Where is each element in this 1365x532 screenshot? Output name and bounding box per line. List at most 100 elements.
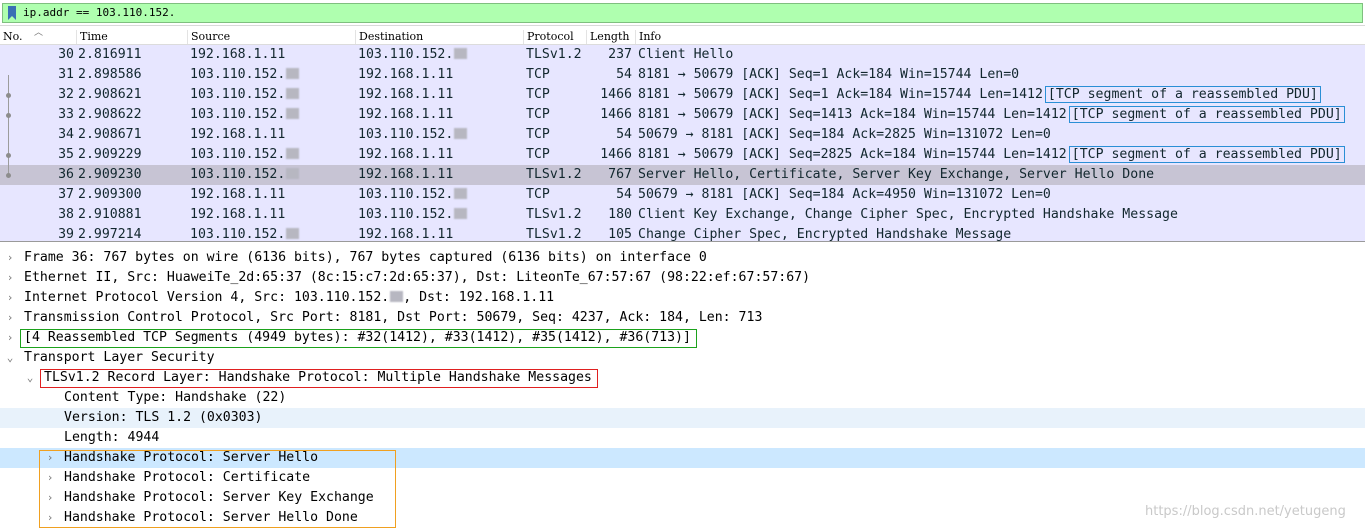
detail-row[interactable]: › Ethernet II, Src: HuaweiTe_2d:65:37 (8c… — [0, 268, 1365, 288]
packet-destination: 103.110.152. — [358, 205, 523, 225]
packet-row[interactable]: 36 2.909230 103.110.152. 192.168.1.11 TLSv1.… — [0, 165, 1365, 185]
detail-row[interactable]: ⌄ Transport Layer Security — [0, 348, 1365, 368]
packet-row[interactable]: 37 2.909300 192.168.1.11 103.110.152. TCP 54 5… — [0, 185, 1365, 205]
packet-info: Change Cipher Spec, Encrypted Handshake … — [638, 227, 1012, 242]
redacted-octet — [390, 291, 404, 302]
column-header-info[interactable]: Info — [635, 30, 1365, 44]
packet-info: 50679 → 8181 [ACK] Seq=184 Ack=4950 Win=… — [638, 187, 1051, 202]
expanded-arrow-icon[interactable]: ⌄ — [4, 348, 16, 368]
packet-number: 35 — [58, 147, 74, 162]
packet-row[interactable]: 31 2.898586 103.110.152. 192.168.1.11 TCP 54 8… — [0, 65, 1365, 85]
watermark: https://blog.csdn.net/yetugeng — [1145, 504, 1346, 519]
packet-info: Server Hello, Certificate, Server Key Ex… — [638, 167, 1155, 182]
packet-protocol: TLSv1.2 — [526, 227, 582, 242]
column-header-length[interactable]: Length — [586, 30, 635, 44]
bookmark-icon[interactable] — [7, 6, 17, 20]
detail-row[interactable]: Version: TLS 1.2 (0x0303) — [0, 408, 1365, 428]
packet-row[interactable]: 39 2.997214 103.110.152. 192.168.1.11 TLSv1.… — [0, 225, 1365, 242]
packet-source: 103.110.152. — [190, 225, 355, 241]
packet-time: 2.908671 — [78, 127, 142, 142]
packet-source: 103.110.152. — [190, 145, 355, 165]
reassembled-pdu-tag: [TCP segment of a reassembled PDU] — [1068, 146, 1345, 163]
display-filter-input[interactable] — [23, 5, 1323, 21]
redacted-octet — [454, 128, 468, 139]
column-header-time[interactable]: Time — [76, 30, 186, 44]
packet-time: 2.910881 — [78, 207, 142, 222]
packet-row[interactable]: 38 2.910881 192.168.1.11 103.110.152. TLSv1.… — [0, 205, 1365, 225]
packet-time: 2.908622 — [78, 107, 142, 122]
packet-length: 767 — [608, 167, 632, 182]
column-label: Source — [191, 30, 231, 43]
collapsed-arrow-icon[interactable]: › — [4, 328, 16, 348]
packet-row[interactable]: 34 2.908671 192.168.1.11 103.110.152. TCP 54 5… — [0, 125, 1365, 145]
packet-number: 30 — [58, 47, 74, 62]
packet-protocol: TCP — [526, 87, 550, 102]
detail-row[interactable]: › Transmission Control Protocol, Src Port… — [0, 308, 1365, 328]
packet-protocol: TCP — [526, 147, 550, 162]
packet-number: 33 — [58, 107, 74, 122]
packet-length: 180 — [608, 207, 632, 222]
column-header-no[interactable]: No. ︿ — [0, 28, 76, 44]
column-label: Info — [639, 30, 662, 43]
packet-number: 39 — [58, 227, 74, 242]
packet-length: 1466 — [600, 87, 632, 102]
redacted-octet — [286, 148, 300, 159]
packet-info: 8181 → 50679 [ACK] Seq=2825 Ack=184 Win=… — [638, 145, 1358, 165]
packet-protocol: TCP — [526, 187, 550, 202]
column-header-source[interactable]: Source — [187, 30, 355, 44]
packet-destination: 192.168.1.11 — [358, 67, 454, 82]
packet-row[interactable]: 33 2.908622 103.110.152. 192.168.1.11 TCP 146… — [0, 105, 1365, 125]
column-label: No. — [3, 30, 23, 43]
packet-length: 237 — [608, 47, 632, 62]
display-filter-field[interactable] — [2, 3, 1363, 23]
detail-text: Length: 4944 — [64, 430, 160, 445]
collapsed-arrow-icon[interactable]: › — [4, 248, 16, 268]
packet-info: 8181 → 50679 [ACK] Seq=1 Ack=184 Win=157… — [638, 85, 1358, 105]
expanded-arrow-icon[interactable]: ⌄ — [24, 368, 36, 388]
redacted-octet — [286, 228, 300, 239]
detail-row[interactable]: › Internet Protocol Version 4, Src: 103.1… — [0, 288, 1365, 308]
packet-protocol: TLSv1.2 — [526, 207, 582, 222]
reassembled-pdu-tag: [TCP segment of a reassembled PDU] — [1044, 86, 1321, 103]
column-header-protocol[interactable]: Protocol — [523, 30, 586, 44]
packet-length: 54 — [616, 187, 632, 202]
packet-destination: 192.168.1.11 — [358, 107, 454, 122]
collapsed-arrow-icon[interactable]: › — [4, 308, 16, 328]
packet-number: 31 — [58, 67, 74, 82]
packet-time: 2.898586 — [78, 67, 142, 82]
packet-number: 37 — [58, 187, 74, 202]
packet-time: 2.816911 — [78, 47, 142, 62]
redacted-octet — [286, 68, 300, 79]
packet-number: 38 — [58, 207, 74, 222]
detail-row[interactable]: Length: 4944 — [0, 428, 1365, 448]
packet-source: 103.110.152. — [190, 65, 355, 85]
packet-source: 192.168.1.11 — [190, 47, 286, 62]
packet-row[interactable]: 32 2.908621 103.110.152. 192.168.1.11 TCP 146… — [0, 85, 1365, 105]
packet-protocol: TCP — [526, 107, 550, 122]
collapsed-arrow-icon[interactable]: › — [4, 288, 16, 308]
packet-length: 54 — [616, 127, 632, 142]
packet-time: 2.909230 — [78, 167, 142, 182]
detail-row[interactable]: › Frame 36: 767 bytes on wire (6136 bits)… — [0, 248, 1365, 268]
packet-list[interactable]: 30 2.816911 192.168.1.11 103.110.152. TLSv1.… — [0, 45, 1365, 242]
detail-row[interactable]: Content Type: Handshake (22) — [0, 388, 1365, 408]
collapsed-arrow-icon[interactable]: › — [4, 268, 16, 288]
packet-source: 192.168.1.11 — [190, 207, 286, 222]
packet-time: 2.909300 — [78, 187, 142, 202]
redacted-octet — [454, 48, 468, 59]
packet-protocol: TLSv1.2 — [526, 167, 582, 182]
packet-source: 103.110.152. — [190, 105, 355, 125]
packet-destination: 103.110.152. — [358, 45, 523, 65]
packet-details-tree[interactable]: › Frame 36: 767 bytes on wire (6136 bits)… — [0, 247, 1365, 532]
handshake-protocols-highlight — [39, 450, 396, 528]
column-label: Destination — [359, 30, 424, 43]
packet-info: Client Key Exchange, Change Cipher Spec,… — [638, 207, 1178, 222]
packet-length: 1466 — [600, 107, 632, 122]
packet-length: 1466 — [600, 147, 632, 162]
column-header-destination[interactable]: Destination — [355, 30, 523, 44]
related-packet-dot — [6, 113, 11, 118]
packet-row[interactable]: 30 2.816911 192.168.1.11 103.110.152. TLSv1.… — [0, 45, 1365, 65]
packet-destination: 192.168.1.11 — [358, 147, 454, 162]
reassembled-pdu-tag: [TCP segment of a reassembled PDU] — [1068, 106, 1345, 123]
packet-row[interactable]: 35 2.909229 103.110.152. 192.168.1.11 TCP 146… — [0, 145, 1365, 165]
